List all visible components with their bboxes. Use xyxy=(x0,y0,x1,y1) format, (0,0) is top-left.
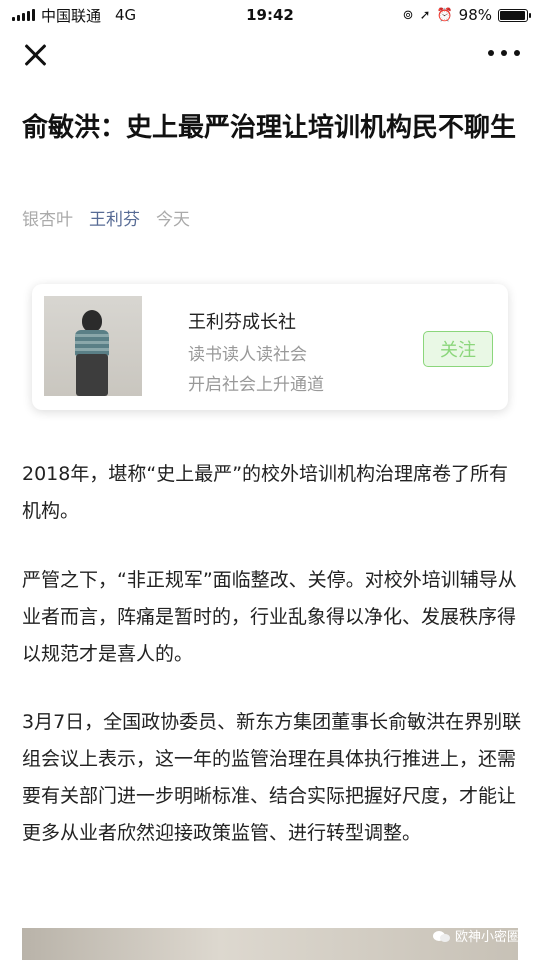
profile-avatar xyxy=(44,296,142,396)
profile-card[interactable]: 王利芬成长社 读书读人读社会 开启社会上升通道 关注 xyxy=(32,284,508,410)
article-paragraph: 2018年，堪称“史上最严”的校外培训机构治理席卷了所有机构。 xyxy=(22,463,509,522)
wechat-icon xyxy=(432,929,451,943)
article-author-link[interactable]: 王利芬 xyxy=(89,205,140,230)
profile-name: 王利芬成长社 xyxy=(188,312,296,333)
nav-bar xyxy=(0,30,540,82)
battery-percent: 98% xyxy=(458,6,492,24)
status-right: ⊚ ➚ ⏰ 98% xyxy=(402,6,531,24)
network-type: 4G xyxy=(115,6,137,24)
follow-button[interactable]: 关注 xyxy=(423,331,493,367)
article-source: 银杏叶 xyxy=(22,210,73,230)
article-meta: 银杏叶 王利芬 今天 xyxy=(22,205,190,230)
profile-description: 读书读人读社会 开启社会上升通道 xyxy=(188,345,324,395)
article-title: 俞敏洪：史上最严治理让培训机构民不聊生 xyxy=(22,113,517,143)
watermark: 欧神小密圈 xyxy=(432,926,520,945)
signal-icon xyxy=(12,9,35,21)
battery-icon xyxy=(498,8,531,22)
article-paragraph: 3月7日，全国政协委员、新东方集团董事长俞敏洪在界别联组会议上表示，这一年的监管… xyxy=(22,711,522,844)
alarm-icon: ⏰ xyxy=(436,7,453,23)
status-left: 中国联通 4G xyxy=(12,5,136,26)
carrier-name: 中国联通 xyxy=(41,6,102,25)
article-paragraph: 严管之下，“非正规军”面临整改、关停。对校外培训辅导从业者而言，阵痛是暂时的，行… xyxy=(22,569,517,665)
battery-fill xyxy=(500,10,526,20)
more-options-icon[interactable] xyxy=(488,48,520,58)
close-icon[interactable] xyxy=(20,40,50,70)
location-icon: ➚ xyxy=(419,7,431,23)
status-bar: 中国联通 4G 19:42 ⊚ ➚ ⏰ 98% xyxy=(0,0,540,30)
article-date: 今天 xyxy=(156,210,190,230)
orientation-lock-icon: ⊚ xyxy=(402,7,414,23)
watermark-text: 欧神小密圈 xyxy=(454,930,520,945)
